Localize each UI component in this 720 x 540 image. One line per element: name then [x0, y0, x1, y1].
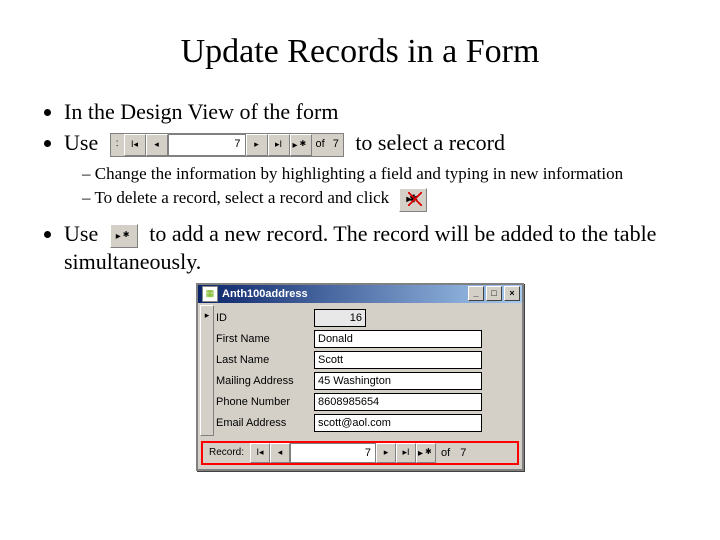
- first-name-label: First Name: [216, 332, 314, 346]
- id-field[interactable]: 16: [314, 309, 366, 327]
- maximize-button[interactable]: □: [486, 286, 502, 301]
- first-record-button[interactable]: I◂: [250, 443, 270, 463]
- current-record-field[interactable]: 7: [290, 443, 376, 463]
- first-record-button[interactable]: I◂: [124, 134, 146, 156]
- text-use-pre: Use: [64, 130, 98, 155]
- text-delete-pre: To delete a record, select a record and …: [94, 188, 389, 207]
- email-address-field[interactable]: scott@aol.com: [314, 414, 482, 432]
- field-row-first-name: First Name Donald: [216, 330, 516, 348]
- delete-record-button[interactable]: [399, 188, 427, 212]
- last-name-label: Last Name: [216, 353, 314, 367]
- recordbar-of-label: of: [436, 443, 455, 463]
- field-row-mailing-address: Mailing Address 45 Washington: [216, 372, 516, 390]
- form-record-navigator: Record: I◂ ◂ 7 ▸ ▸I of 7: [201, 441, 519, 465]
- close-button[interactable]: ×: [504, 286, 520, 301]
- delete-record-icon: [406, 194, 420, 206]
- bullet-design-view: In the Design View of the form: [64, 98, 684, 127]
- slide-title: Update Records in a Form: [36, 30, 684, 74]
- new-record-icon: [118, 231, 130, 241]
- bullet-add-record: Use to add a new record. The record will…: [64, 220, 684, 277]
- new-record-toolbar-button[interactable]: [110, 224, 138, 248]
- first-name-field[interactable]: Donald: [314, 330, 482, 348]
- bullet-use-navigator: Use : I◂ ◂ 7 ▸ ▸I of 7 to select a recor…: [64, 129, 684, 158]
- window-title: Anth100address: [222, 287, 468, 301]
- new-record-icon: [295, 140, 307, 150]
- new-record-button[interactable]: [290, 134, 312, 156]
- phone-number-label: Phone Number: [216, 395, 314, 409]
- recordbar-total: 7: [455, 443, 471, 463]
- recordbar-label: Record:: [203, 443, 250, 463]
- new-record-button[interactable]: [416, 443, 436, 463]
- next-record-button[interactable]: ▸: [246, 134, 268, 156]
- record-selector[interactable]: ▸: [200, 305, 214, 436]
- text-add-post: to add a new record. The record will be …: [64, 221, 656, 275]
- recnav-of-label: of: [312, 134, 329, 156]
- prev-record-button[interactable]: ◂: [270, 443, 290, 463]
- mailing-address-field[interactable]: 45 Washington: [314, 372, 482, 390]
- subbullet-change-info: Change the information by highlighting a…: [82, 163, 684, 185]
- text-add-pre: Use: [64, 221, 98, 246]
- form-body: ▸ ID 16 First Name Donald Last Name Scot…: [198, 303, 522, 438]
- form-icon: ▦: [202, 286, 218, 302]
- record-navigator: : I◂ ◂ 7 ▸ ▸I of 7: [110, 133, 344, 157]
- text-use-post: to select a record: [355, 130, 505, 155]
- field-row-phone-number: Phone Number 8608985654: [216, 393, 516, 411]
- phone-number-field[interactable]: 8608985654: [314, 393, 482, 411]
- form-window: ▦ Anth100address _ □ × ▸ ID 16 First Nam…: [196, 283, 524, 471]
- recnav-label: :: [111, 134, 124, 156]
- id-label: ID: [216, 311, 314, 325]
- next-record-button[interactable]: ▸: [376, 443, 396, 463]
- field-row-id: ID 16: [216, 309, 516, 327]
- prev-record-button[interactable]: ◂: [146, 134, 168, 156]
- field-row-last-name: Last Name Scott: [216, 351, 516, 369]
- last-record-button[interactable]: ▸I: [268, 134, 290, 156]
- field-row-email-address: Email Address scott@aol.com: [216, 414, 516, 432]
- last-name-field[interactable]: Scott: [314, 351, 482, 369]
- last-record-button[interactable]: ▸I: [396, 443, 416, 463]
- minimize-button[interactable]: _: [468, 286, 484, 301]
- mailing-address-label: Mailing Address: [216, 374, 314, 388]
- new-record-icon: [420, 448, 432, 458]
- email-address-label: Email Address: [216, 416, 314, 430]
- subbullet-delete: To delete a record, select a record and …: [82, 187, 684, 211]
- recnav-total: 7: [329, 134, 343, 156]
- window-titlebar[interactable]: ▦ Anth100address _ □ ×: [198, 285, 522, 303]
- current-record-field[interactable]: 7: [168, 134, 246, 156]
